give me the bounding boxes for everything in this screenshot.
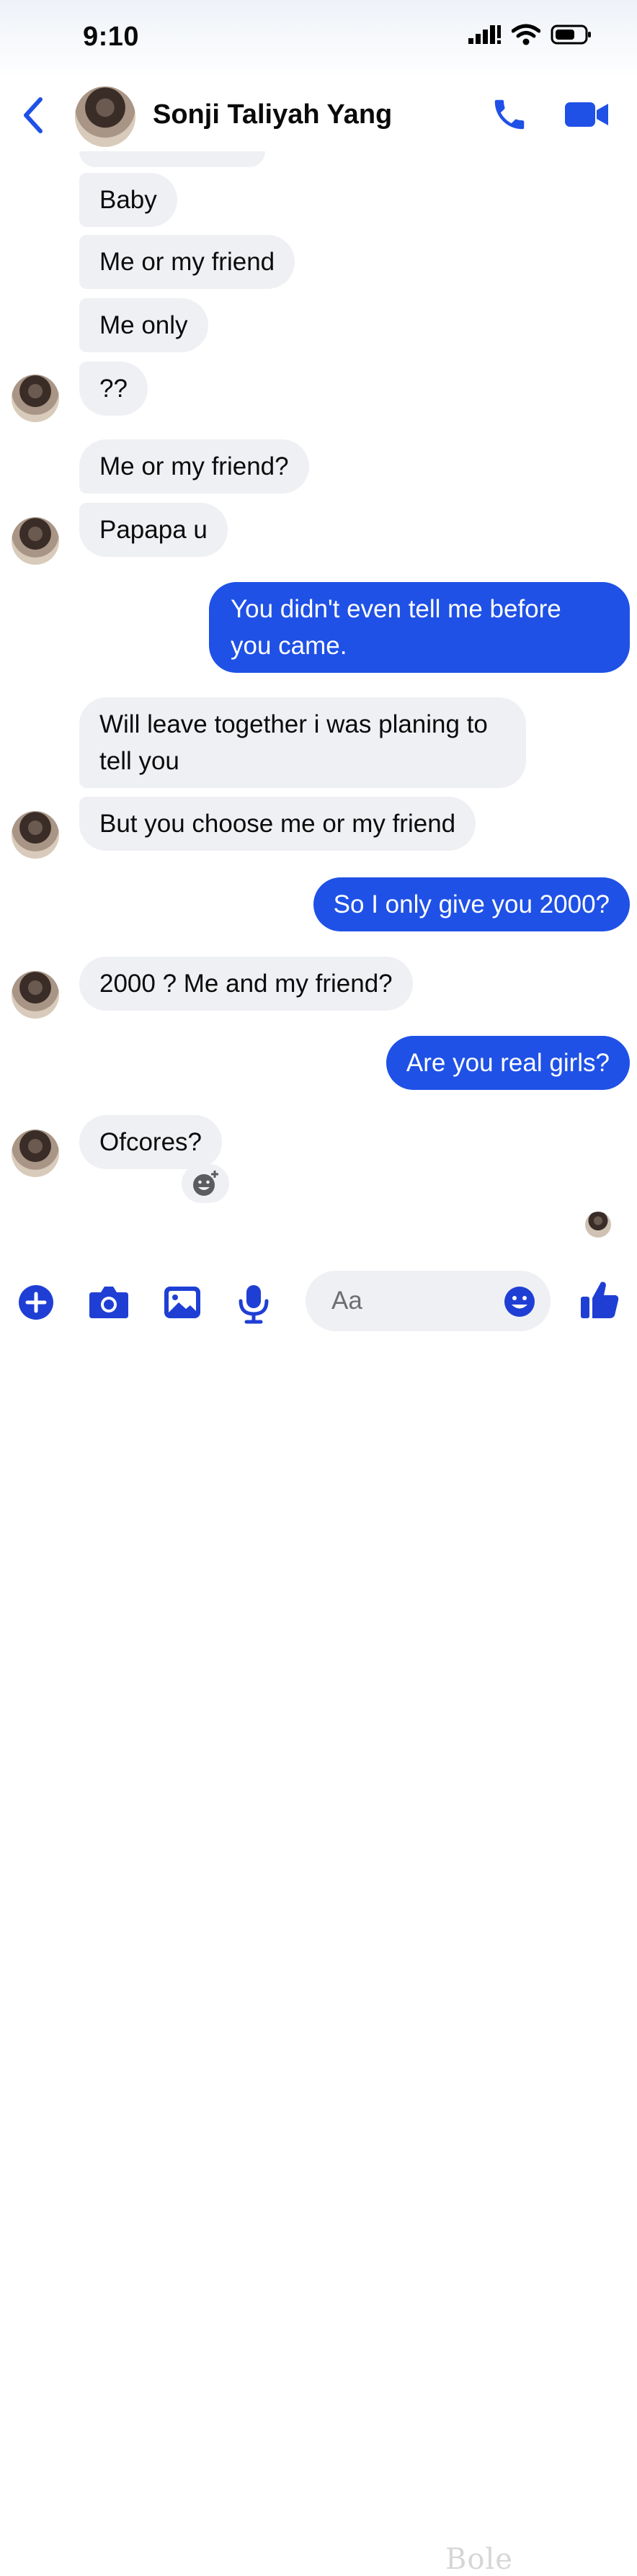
back-button[interactable] <box>20 94 49 137</box>
message-bubble-partial <box>79 151 265 167</box>
emoji-button[interactable] <box>503 1285 536 1322</box>
message-text: Me or my friend? <box>99 452 289 480</box>
watermark: Bole <box>445 2543 513 2576</box>
message-bubble-outgoing[interactable]: Are you real girls? <box>386 1036 630 1090</box>
message-text: 2000 ? Me and my friend? <box>99 970 393 998</box>
status-time: 9:10 <box>83 22 140 52</box>
message-bubble-incoming[interactable]: Me or my friend? <box>79 439 309 493</box>
video-call-button[interactable] <box>564 98 610 135</box>
chevron-left-icon <box>24 97 43 133</box>
sender-avatar[interactable] <box>12 1130 59 1177</box>
message-text: Ofcores? <box>99 1128 202 1156</box>
status-icons <box>468 24 592 49</box>
cellular-signal-icon <box>468 24 502 49</box>
camera-button[interactable] <box>88 1284 130 1325</box>
sender-avatar[interactable] <box>12 811 59 859</box>
message-composer: Aa Bole <box>0 1253 637 2576</box>
message-text: But you choose me or my friend <box>99 810 456 838</box>
message-bubble-incoming[interactable]: ?? <box>79 362 148 416</box>
phone-icon <box>494 99 525 130</box>
message-bubble-incoming[interactable]: Baby <box>79 173 177 227</box>
message-input[interactable]: Aa <box>306 1271 551 1331</box>
sender-avatar[interactable] <box>12 375 59 422</box>
add-reaction-button[interactable] <box>182 1164 229 1203</box>
message-text: Papapa u <box>99 516 208 544</box>
image-icon <box>164 1287 200 1318</box>
like-button[interactable] <box>579 1278 620 1325</box>
contact-avatar[interactable] <box>75 86 135 147</box>
seen-receipt-avatar <box>585 1212 611 1238</box>
voice-message-button[interactable] <box>238 1284 270 1328</box>
message-bubble-incoming[interactable]: 2000 ? Me and my friend? <box>79 957 413 1011</box>
message-bubble-incoming[interactable]: Me or my friend <box>79 235 295 289</box>
message-bubble-incoming[interactable]: Me only <box>79 298 208 352</box>
message-bubble-incoming[interactable]: Will leave together i was planing to tel… <box>79 697 526 788</box>
photo-gallery-button[interactable] <box>163 1284 202 1325</box>
wifi-icon <box>511 24 541 49</box>
more-actions-button[interactable] <box>17 1284 55 1325</box>
message-list[interactable]: Baby Me or my friend Me only ?? Me or my… <box>0 151 637 1232</box>
status-bar: 9:10 <box>0 0 637 79</box>
battery-icon <box>551 24 592 49</box>
sender-avatar[interactable] <box>12 517 59 565</box>
message-text: Me only <box>99 311 188 339</box>
message-bubble-incoming[interactable]: Ofcores? <box>79 1115 222 1169</box>
plus-circle-icon <box>19 1285 53 1320</box>
microphone-icon <box>239 1285 269 1324</box>
emoji-icon <box>504 1287 535 1317</box>
conversation-header: Sonji Taliyah Yang <box>0 79 637 151</box>
message-bubble-incoming[interactable]: But you choose me or my friend <box>79 797 476 851</box>
message-text: Will leave together i was planing to tel… <box>99 710 488 775</box>
video-camera-icon <box>565 102 608 127</box>
sender-avatar[interactable] <box>12 971 59 1019</box>
add-reaction-icon <box>193 1171 218 1196</box>
message-input-placeholder: Aa <box>331 1287 362 1315</box>
message-text: ?? <box>99 375 128 403</box>
message-text: Baby <box>99 186 157 214</box>
message-bubble-outgoing[interactable]: So I only give you 2000? <box>313 877 630 931</box>
message-bubble-incoming[interactable]: Papapa u <box>79 503 228 557</box>
camera-icon <box>89 1287 128 1318</box>
voice-call-button[interactable] <box>490 95 529 138</box>
message-text: Are you real girls? <box>406 1049 610 1077</box>
message-text: So I only give you 2000? <box>333 890 610 918</box>
message-text: You didn't even tell me before you came. <box>231 595 561 660</box>
message-bubble-outgoing[interactable]: You didn't even tell me before you came. <box>209 582 630 673</box>
thumbs-up-icon <box>581 1282 619 1318</box>
contact-name[interactable]: Sonji Taliyah Yang <box>153 99 392 130</box>
message-text: Me or my friend <box>99 248 275 276</box>
